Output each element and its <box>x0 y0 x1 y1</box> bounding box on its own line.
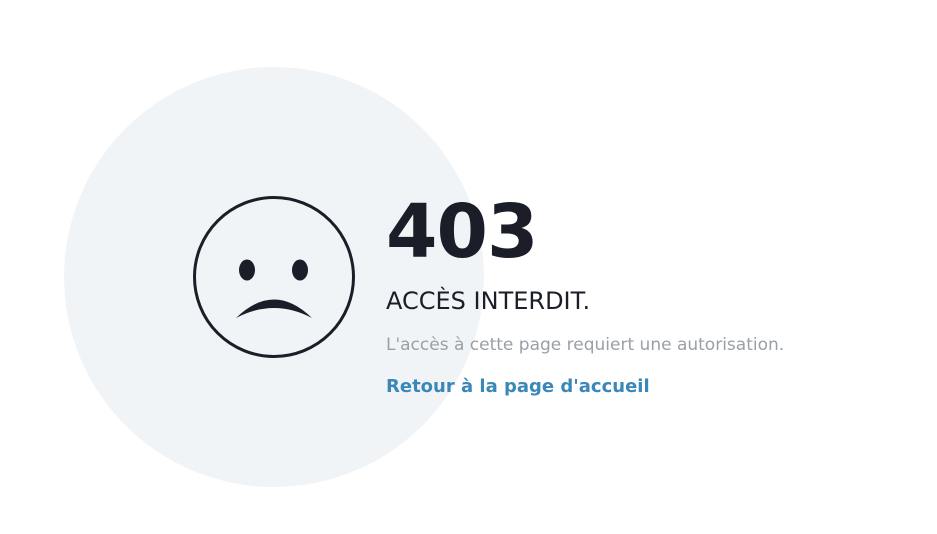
sad-face-icon <box>193 196 355 358</box>
error-description: L'accès à cette page requiert une autori… <box>386 335 785 355</box>
error-page: 403 ACCÈS INTERDIT. L'accès à cette page… <box>0 0 937 534</box>
home-link[interactable]: Retour à la page d'accueil <box>386 376 650 398</box>
error-title: ACCÈS INTERDIT. <box>386 287 591 315</box>
error-content: 403 ACCÈS INTERDIT. L'accès à cette page… <box>386 190 926 398</box>
error-code: 403 <box>386 189 538 275</box>
